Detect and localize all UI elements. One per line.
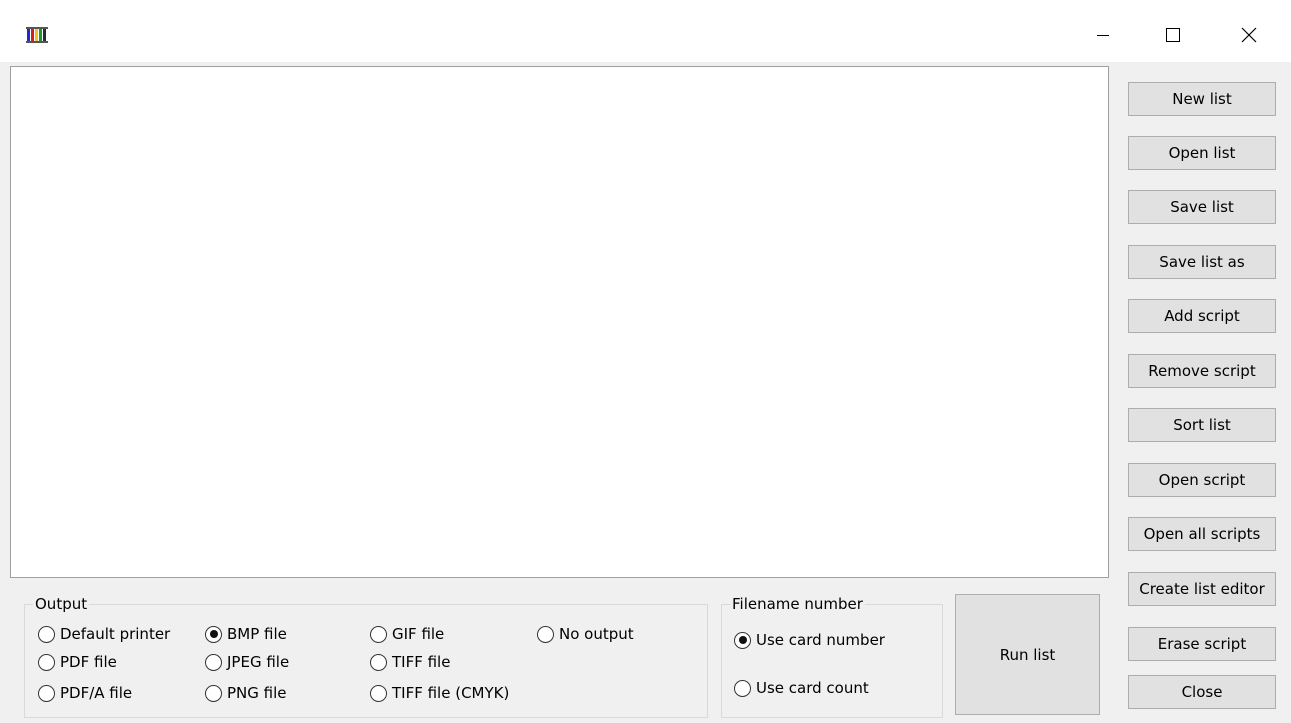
radio-label: Use card number <box>756 631 885 649</box>
output-group: Output Default printer BMP file GIF file… <box>24 595 708 718</box>
radio-tiff-file[interactable]: TIFF file <box>370 651 450 673</box>
radio-label: JPEG file <box>227 653 290 671</box>
radio-png-file[interactable]: PNG file <box>205 682 287 704</box>
radio-bmp-file[interactable]: BMP file <box>205 623 287 645</box>
radio-tiff-cmyk-file[interactable]: TIFF file (CMYK) <box>370 682 509 704</box>
open-script-button[interactable]: Open script <box>1128 463 1276 497</box>
radio-label: No output <box>559 625 634 643</box>
output-group-title: Output <box>33 595 90 613</box>
erase-script-button[interactable]: Erase script <box>1128 627 1276 661</box>
radio-label: BMP file <box>227 625 287 643</box>
filename-number-group-title: Filename number <box>730 595 865 613</box>
radio-pdf-file[interactable]: PDF file <box>38 651 117 673</box>
radio-circle-selected <box>205 625 222 643</box>
radio-circle <box>38 625 55 643</box>
add-script-button[interactable]: Add script <box>1128 299 1276 333</box>
radio-label: TIFF file (CMYK) <box>392 684 510 702</box>
minimize-icon <box>1097 35 1109 36</box>
radio-label: Default printer <box>60 625 171 643</box>
radio-circle <box>734 679 751 697</box>
sort-list-button[interactable]: Sort list <box>1128 408 1276 442</box>
radio-circle <box>205 653 222 671</box>
remove-script-button[interactable]: Remove script <box>1128 354 1276 388</box>
open-list-button[interactable]: Open list <box>1128 136 1276 170</box>
radio-circle <box>537 625 554 643</box>
title-bar <box>0 0 1291 62</box>
radio-pdfa-file[interactable]: PDF/A file <box>38 682 132 704</box>
close-icon <box>1241 27 1257 43</box>
radio-circle <box>370 684 387 702</box>
radio-default-printer[interactable]: Default printer <box>38 623 170 645</box>
radio-circle <box>38 653 55 671</box>
radio-circle <box>370 625 387 643</box>
close-window-button[interactable] <box>1226 12 1272 58</box>
radio-circle <box>38 684 55 702</box>
maximize-icon <box>1166 28 1180 42</box>
open-all-scripts-button[interactable]: Open all scripts <box>1128 517 1276 551</box>
filename-number-group: Filename number Use card number Use card… <box>721 595 943 718</box>
save-list-as-button[interactable]: Save list as <box>1128 245 1276 279</box>
radio-no-output[interactable]: No output <box>537 623 634 645</box>
radio-label: PDF/A file <box>60 684 133 702</box>
radio-jpeg-file[interactable]: JPEG file <box>205 651 289 673</box>
script-list[interactable] <box>10 66 1109 578</box>
radio-gif-file[interactable]: GIF file <box>370 623 444 645</box>
save-list-button[interactable]: Save list <box>1128 190 1276 224</box>
radio-label: PNG file <box>227 684 287 702</box>
radio-label: Use card count <box>756 679 869 697</box>
radio-use-card-count[interactable]: Use card count <box>734 677 869 699</box>
run-list-button[interactable]: Run list <box>955 594 1100 715</box>
create-list-editor-button[interactable]: Create list editor <box>1128 572 1276 606</box>
radio-label: PDF file <box>60 653 117 671</box>
radio-circle <box>370 653 387 671</box>
radio-circle-selected <box>734 631 751 649</box>
minimize-button[interactable] <box>1080 12 1126 58</box>
app-icon <box>26 27 48 43</box>
new-list-button[interactable]: New list <box>1128 82 1276 116</box>
radio-circle <box>205 684 222 702</box>
maximize-button[interactable] <box>1150 12 1196 58</box>
close-button[interactable]: Close <box>1128 675 1276 709</box>
radio-label: TIFF file <box>392 653 451 671</box>
radio-label: GIF file <box>392 625 445 643</box>
radio-use-card-number[interactable]: Use card number <box>734 629 885 651</box>
